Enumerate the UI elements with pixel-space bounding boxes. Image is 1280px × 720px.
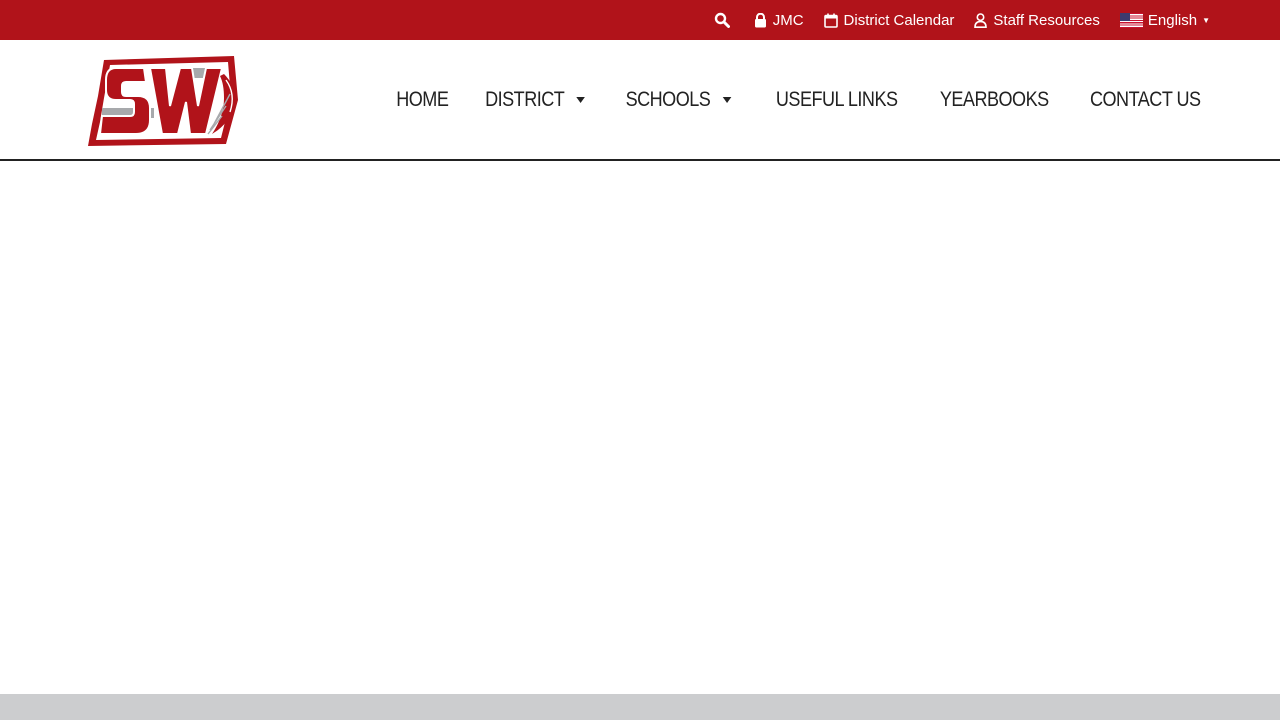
chevron-down-icon: ▼ xyxy=(1202,16,1210,25)
nav-item-label: DISTRICT xyxy=(485,88,565,111)
jmc-link[interactable]: JMC xyxy=(754,0,804,40)
user-icon xyxy=(974,12,988,28)
search-button[interactable] xyxy=(714,0,736,40)
staff-resources-link[interactable]: Staff Resources xyxy=(974,0,1100,40)
nav-item-label: HOME xyxy=(396,88,450,111)
top-utility-bar: JMC District Calendar Staff Resources En… xyxy=(0,0,1280,40)
district-calendar-label: District Calendar xyxy=(843,11,955,29)
language-selector[interactable]: English ▼ xyxy=(1119,0,1210,40)
caret-down-icon xyxy=(722,97,731,103)
district-calendar-link[interactable]: District Calendar xyxy=(823,0,955,40)
nav-item-yearbooks[interactable]: YEARBOOKS xyxy=(940,88,1049,112)
nav-item-label: SCHOOLS xyxy=(625,88,711,111)
calendar-icon xyxy=(823,13,838,28)
search-icon xyxy=(714,12,730,28)
nav-item-label: USEFUL LINKS xyxy=(775,88,898,111)
nav-item-schools[interactable]: SCHOOLS xyxy=(626,88,731,112)
nav-item-label: YEARBOOKS xyxy=(939,88,1049,111)
utility-links: JMC District Calendar Staff Resources En… xyxy=(714,0,1210,40)
language-label: English xyxy=(1147,11,1198,29)
district-logo[interactable] xyxy=(84,54,242,150)
nav-item-home[interactable]: HOME xyxy=(396,88,450,112)
page-content xyxy=(0,162,1280,694)
us-flag-icon xyxy=(1119,12,1143,28)
nav-item-label: CONTACT US xyxy=(1090,88,1202,111)
nav-item-district[interactable]: DISTRICT xyxy=(485,88,585,112)
sw-logo-icon xyxy=(88,56,238,146)
jmc-label: JMC xyxy=(772,11,804,29)
main-navigation: HOME DISTRICT SCHOOLS USEFUL LINKS YEARB… xyxy=(392,40,1210,160)
caret-down-icon xyxy=(576,97,585,103)
staff-resources-label: Staff Resources xyxy=(993,11,1100,29)
nav-item-useful-links[interactable]: USEFUL LINKS xyxy=(775,88,897,112)
nav-item-contact-us[interactable]: CONTACT US xyxy=(1090,88,1201,112)
site-header: HOME DISTRICT SCHOOLS USEFUL LINKS YEARB… xyxy=(0,40,1280,161)
lock-icon xyxy=(754,12,767,28)
footer-strip xyxy=(0,694,1280,720)
